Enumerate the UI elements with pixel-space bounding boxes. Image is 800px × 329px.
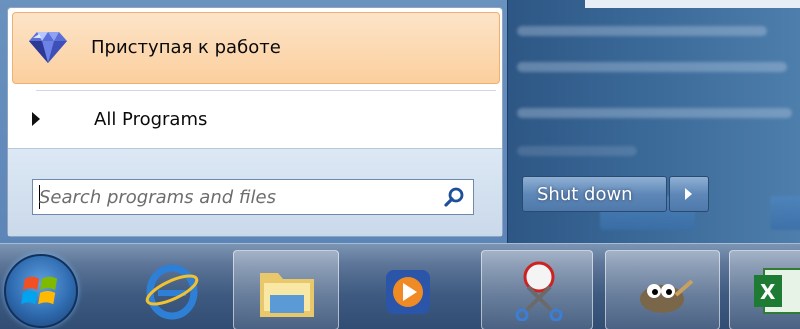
start-menu: Приступая к работе All Programs	[0, 0, 508, 243]
taskbar-item-snipping-tool[interactable]	[481, 250, 593, 329]
menu-separator	[36, 90, 496, 91]
taskbar-item-windows-explorer[interactable]	[233, 250, 339, 329]
internet-explorer-icon	[145, 264, 199, 320]
taskbar-item-excel[interactable]: X	[729, 250, 800, 329]
pinned-item-getting-started[interactable]: Приступая к работе	[12, 12, 500, 84]
media-player-icon	[386, 270, 430, 314]
shutdown-button[interactable]: Shut down	[522, 176, 667, 212]
scissors-icon	[515, 261, 563, 321]
start-menu-panel: Приступая к работе All Programs	[7, 7, 503, 237]
start-button[interactable]	[4, 254, 78, 328]
background-window-edge	[585, 0, 800, 8]
gimp-icon	[640, 279, 694, 313]
svg-text:X: X	[760, 280, 776, 304]
arrow-right-icon	[685, 188, 692, 200]
taskbar-item-gimp[interactable]	[605, 250, 720, 329]
excel-icon: X	[754, 268, 800, 314]
search-box[interactable]	[32, 179, 474, 215]
arrow-right-icon	[32, 112, 40, 126]
search-area	[8, 148, 502, 236]
blurred-text-line	[517, 108, 792, 118]
blurred-text-line	[517, 26, 767, 36]
all-programs-button[interactable]: All Programs	[12, 100, 500, 140]
shutdown-label: Shut down	[537, 184, 633, 205]
folder-icon	[260, 273, 314, 317]
blurred-text-line	[517, 146, 637, 156]
taskbar-item-media-player[interactable]	[352, 250, 464, 329]
windows-logo-icon	[21, 276, 58, 305]
background-button	[770, 196, 800, 230]
taskbar-item-internet-explorer[interactable]	[116, 250, 228, 329]
all-programs-label: All Programs	[94, 109, 208, 130]
diamond-icon	[29, 32, 67, 63]
search-input[interactable]	[39, 183, 429, 211]
blurred-text-line	[517, 62, 787, 72]
search-icon[interactable]	[443, 186, 465, 208]
pinned-item-label: Приступая к работе	[91, 37, 281, 58]
shutdown-options-button[interactable]	[669, 176, 709, 212]
taskbar: X	[0, 243, 800, 329]
